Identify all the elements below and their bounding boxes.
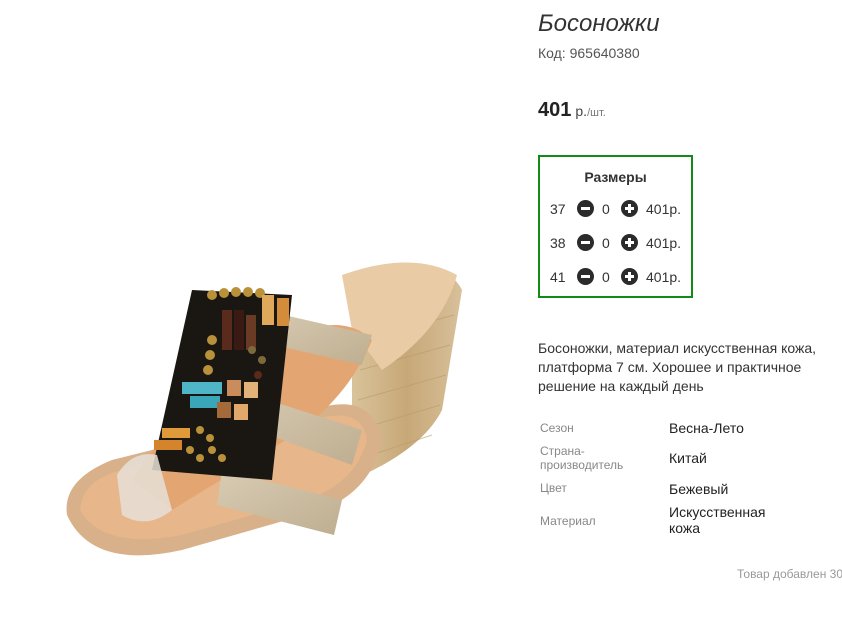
spec-label: Страна-производитель (540, 444, 623, 472)
size-price: 401р. (646, 201, 682, 217)
size-label: 38 (550, 235, 566, 251)
size-quantity: 0 (602, 269, 610, 285)
size-row: 37 0 401р. (540, 199, 691, 219)
sizes-panel: Размеры 37 0 401р. 38 0 401р. 41 0 401р. (538, 155, 693, 298)
product-title: Босоножки (538, 10, 660, 37)
plus-circle-icon[interactable] (621, 200, 638, 217)
size-row: 41 0 401р. (540, 267, 691, 287)
price-amount: 401 (538, 99, 572, 121)
size-label: 37 (550, 201, 566, 217)
product-price: 401 р./шт. (538, 99, 606, 122)
spec-label-line: Страна- (540, 444, 585, 458)
spec-value-line: кожа (669, 520, 701, 536)
spec-label: Цвет (540, 481, 567, 495)
minus-circle-icon[interactable] (577, 268, 594, 285)
spec-label-line: производитель (540, 458, 624, 472)
minus-circle-icon[interactable] (577, 234, 594, 251)
spec-value-line: Искусственная (669, 504, 766, 520)
spec-value: Весна-Лето (669, 420, 744, 436)
sandal-image (66, 262, 462, 556)
spec-label: Сезон (540, 421, 574, 435)
price-unit: р. (575, 103, 588, 119)
size-row: 38 0 401р. (540, 233, 691, 253)
minus-circle-icon[interactable] (577, 200, 594, 217)
size-quantity: 0 (602, 235, 610, 251)
size-price: 401р. (646, 235, 682, 251)
product-code: Код: 965640380 (538, 45, 640, 61)
size-price: 401р. (646, 269, 682, 285)
spec-value: Искусственная кожа (669, 504, 766, 536)
product-image[interactable] (22, 10, 517, 615)
product-description: Босоножки, материал искусственная кожа, … (538, 340, 817, 394)
added-date: Товар добавлен 30 (737, 567, 842, 581)
price-unit-sub: /шт. (587, 107, 606, 119)
sizes-title: Размеры (584, 169, 647, 185)
plus-circle-icon[interactable] (621, 268, 638, 285)
spec-value: Китай (669, 450, 707, 466)
spec-label: Материал (540, 514, 596, 528)
spec-value: Бежевый (669, 481, 729, 497)
size-label: 41 (550, 269, 566, 285)
plus-circle-icon[interactable] (621, 234, 638, 251)
size-quantity: 0 (602, 201, 610, 217)
